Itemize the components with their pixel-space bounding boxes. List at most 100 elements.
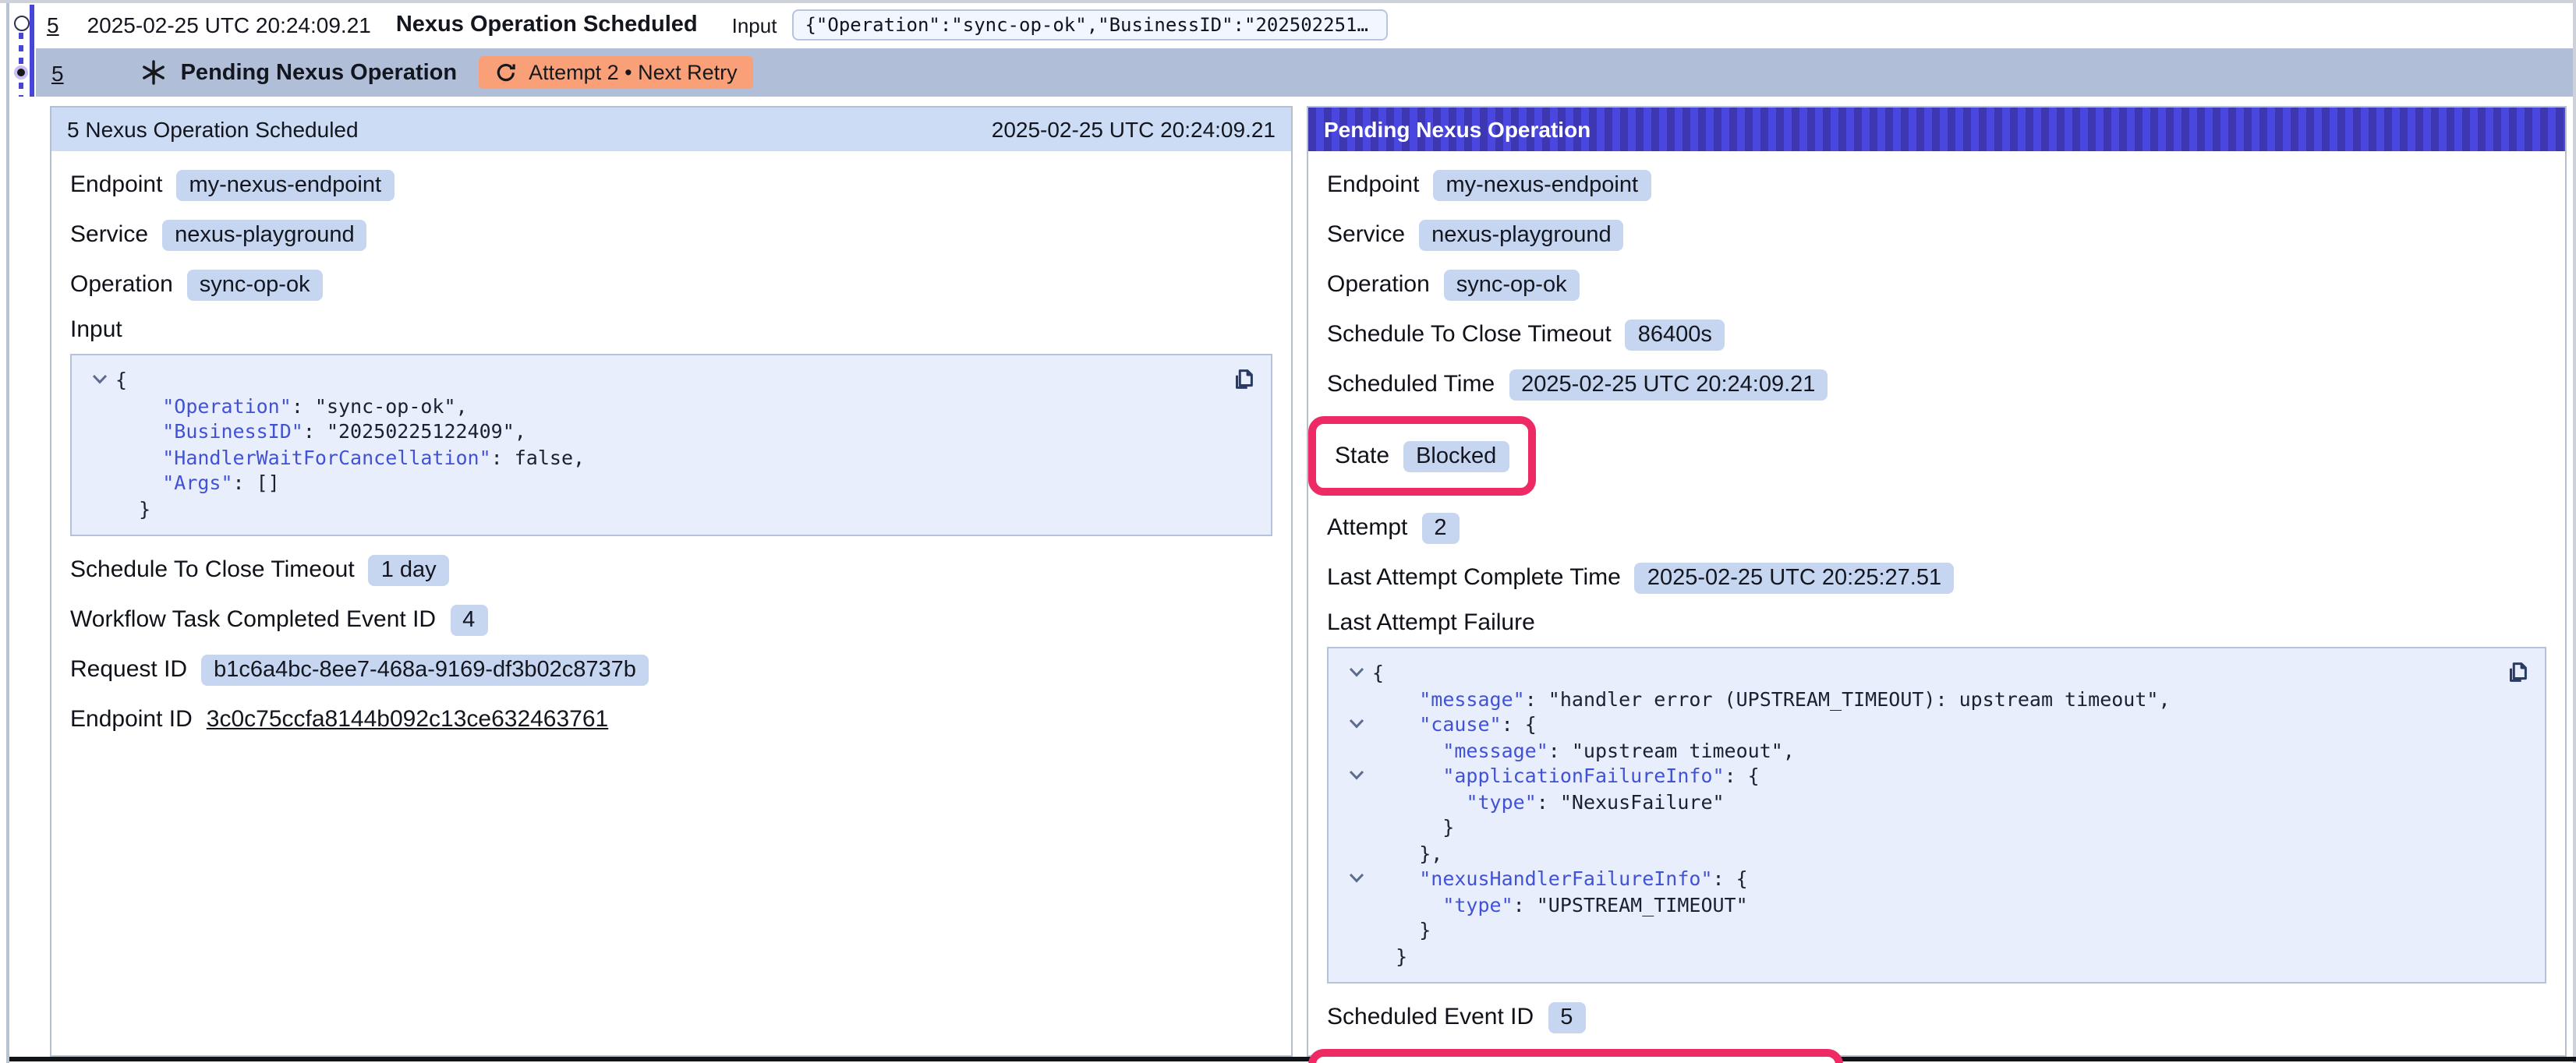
code-gutter — [84, 471, 115, 496]
field-row-attempt: Attempt2 — [1327, 510, 2546, 546]
event-detail-panel-body: Endpointmy-nexus-endpointServicenexus-pl… — [51, 151, 1291, 737]
code-line: "nexusHandlerFailureInfo": { — [1341, 867, 2482, 892]
pending-asterisk-icon — [140, 59, 167, 86]
code-text: } — [115, 496, 150, 522]
field-label: Scheduled Time — [1327, 371, 1495, 397]
event-id-link[interactable]: 5 — [51, 60, 64, 85]
field-label: State — [1335, 443, 1389, 469]
field-row-schedule-to-close-timeout: Schedule To Close Timeout 86400s — [1327, 316, 2546, 352]
code-line: } — [84, 496, 1208, 522]
code-text: } — [1372, 815, 1454, 841]
code-section-last-attempt-failure: Last Attempt Failure { "message": "handle… — [1327, 609, 2546, 984]
field-label: Request ID — [70, 656, 187, 683]
event-title: Pending Nexus Operation — [181, 60, 458, 85]
field-label: Workflow Task Completed Event ID — [70, 606, 436, 633]
field-row-scheduled-event-id: Scheduled Event ID5 — [1327, 999, 2546, 1035]
field-value-badge: nexus-playground — [1419, 219, 1624, 250]
field-value-badge: nexus-playground — [162, 219, 367, 250]
code-gutter — [1341, 687, 1372, 712]
field-row-state: State Blocked — [1335, 438, 1509, 474]
field-value-badge: sync-op-ok — [1444, 269, 1580, 300]
collapse-chevron-icon[interactable] — [1341, 867, 1372, 892]
code-text: "message": "upstream timeout", — [1372, 738, 1795, 764]
page-right-border — [2573, 3, 2576, 1063]
endpoint-id-link[interactable]: 3c0c75ccfa8144b092c13ce632463761 — [207, 706, 608, 733]
code-text: "applicationFailureInfo": { — [1372, 764, 1760, 789]
field-value-badge: sync-op-ok — [187, 269, 323, 300]
pending-operation-panel-body: Endpointmy-nexus-endpointServicenexus-pl… — [1308, 151, 2565, 1063]
code-gutter — [1341, 944, 1372, 969]
collapse-chevron-icon[interactable] — [1341, 661, 1372, 687]
field-label: Scheduled Event ID — [1327, 1004, 1534, 1030]
code-line: "message": "handler error (UPSTREAM_TIME… — [1341, 687, 2482, 712]
event-timestamp: 2025-02-25 UTC 20:24:09.21 — [87, 12, 371, 37]
code-gutter — [1341, 738, 1372, 764]
field-row-operation: Operation sync-op-ok — [70, 267, 1272, 302]
event-input-preview-badge[interactable]: {"Operation":"sync-op-ok","BusinessID":"… — [792, 9, 1388, 41]
panel-timestamp: 2025-02-25 UTC 20:24:09.21 — [992, 117, 1276, 142]
copy-icon[interactable] — [2504, 659, 2531, 686]
code-text: "HandlerWaitForCancellation": false, — [115, 445, 585, 471]
code-line: "cause": { — [1341, 712, 2482, 738]
collapse-chevron-icon[interactable] — [1341, 764, 1372, 789]
attempt-badge-label: Attempt 2 • Next Retry — [529, 61, 738, 84]
timeline-current-node-icon — [13, 65, 27, 79]
event-detail-panel: 5 Nexus Operation Scheduled 2025-02-25 U… — [50, 106, 1293, 1057]
code-gutter — [1341, 918, 1372, 944]
code-text: "nexusHandlerFailureInfo": { — [1372, 867, 1748, 892]
field-row-operation: Operation sync-op-ok — [1327, 267, 2546, 302]
state-highlight-box: State Blocked — [1308, 416, 1535, 496]
code-line: { — [84, 368, 1208, 394]
code-line: } — [1341, 815, 2482, 841]
field-label: Last Attempt Failure — [1327, 609, 2546, 636]
field-label: Endpoint — [1327, 171, 1419, 198]
event-input-label: Input — [732, 13, 777, 37]
code-gutter — [84, 419, 115, 445]
field-label: Attempt — [1327, 514, 1407, 541]
viewport-bottom-boundary — [9, 1057, 2576, 1061]
copy-icon[interactable] — [1230, 366, 1257, 393]
field-value-badge: 86400s — [1626, 319, 1725, 350]
event-row-collapsed[interactable]: 5 2025-02-25 UTC 20:24:09.21 Nexus Opera… — [36, 3, 2573, 47]
field-label: Operation — [1327, 271, 1430, 298]
field-row-service: Service nexus-playground — [70, 217, 1272, 253]
field-value-badge: my-nexus-endpoint — [1433, 169, 1651, 200]
code-text: { — [1372, 661, 1384, 687]
code-gutter — [1341, 841, 1372, 867]
history-view: 5 2025-02-25 UTC 20:24:09.21 Nexus Opera… — [0, 0, 2576, 1063]
field-label: Schedule To Close Timeout — [70, 556, 355, 583]
code-text: "cause": { — [1372, 712, 1537, 738]
state-highlight-wrap: State Blocked — [1327, 416, 2546, 496]
field-value-badge: Blocked — [1403, 440, 1509, 471]
event-id-link[interactable]: 5 — [47, 12, 59, 37]
code-line: "BusinessID": "20250225122409", — [84, 419, 1208, 445]
code-gutter — [1341, 789, 1372, 815]
field-label: Endpoint ID — [70, 706, 193, 733]
code-text: "BusinessID": "20250225122409", — [115, 419, 526, 445]
panel-title: Pending Nexus Operation — [1324, 117, 1591, 142]
timeline-active-bar — [29, 5, 34, 96]
collapse-chevron-icon[interactable] — [1341, 712, 1372, 738]
field-row-schedule-to-close-timeout: Schedule To Close Timeout1 day — [70, 552, 1272, 588]
code-text: "Operation": "sync-op-ok", — [115, 394, 468, 419]
code-line: "applicationFailureInfo": { — [1341, 764, 2482, 789]
field-value-badge: 2025-02-25 UTC 20:25:27.51 — [1635, 562, 1954, 593]
code-line: "type": "NexusFailure" — [1341, 789, 2482, 815]
blocked-reason-highlight-box: Blocked ReasonThe circuit breaker is ope… — [1308, 1049, 1843, 1063]
field-label: Input — [70, 316, 1272, 343]
field-value-badge: my-nexus-endpoint — [176, 169, 394, 200]
field-label: Schedule To Close Timeout — [1327, 321, 1612, 348]
code-line: "Args": [] — [84, 471, 1208, 496]
field-row-endpoint-id: Endpoint ID 3c0c75ccfa8144b092c13ce632463… — [70, 701, 1272, 737]
field-row-request-id: Request ID b1c6a4bc-8ee7-468a-9169-df3b02… — [70, 652, 1272, 687]
code-text: "type": "NexusFailure" — [1372, 789, 1725, 815]
collapse-chevron-icon[interactable] — [84, 368, 115, 394]
field-label: Service — [70, 221, 148, 248]
code-section-input: Input { "Operation": "sync-op-ok", "Busin… — [70, 316, 1272, 536]
code-gutter — [84, 394, 115, 419]
field-value-badge: b1c6a4bc-8ee7-468a-9169-df3b02c8737b — [201, 654, 649, 685]
field-label: Operation — [70, 271, 173, 298]
event-title: Nexus Operation Scheduled — [396, 12, 698, 37]
field-value-badge: 2025-02-25 UTC 20:24:09.21 — [1509, 369, 1828, 400]
event-row-pending[interactable]: 5 Pending Nexus Operation Attempt 2 • Ne… — [36, 48, 2573, 97]
